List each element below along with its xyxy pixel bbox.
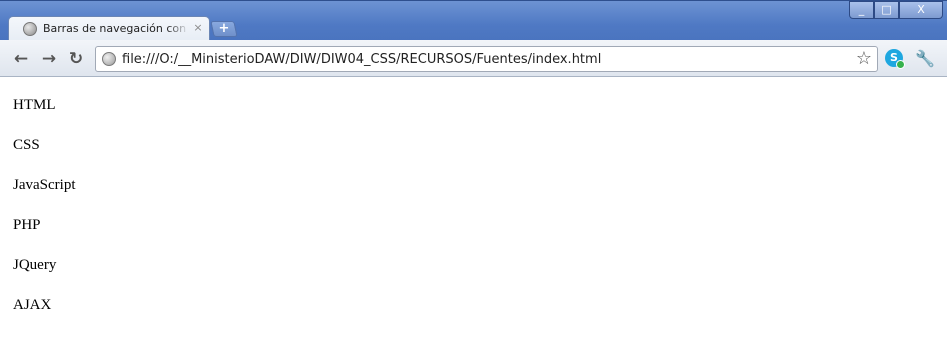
plus-icon: +	[218, 21, 230, 36]
new-tab-button[interactable]: +	[210, 21, 238, 37]
skype-extension-icon[interactable]: S	[885, 49, 905, 69]
browser-toolbar: ← → ↻ file:///O:/__MinisterioDAW/DIW/DIW…	[0, 40, 947, 77]
status-dot-icon	[896, 60, 905, 69]
browser-tab[interactable]: Barras de navegación con li ×	[8, 16, 210, 41]
maximize-button[interactable]: □	[874, 1, 899, 19]
forward-arrow-icon[interactable]: →	[39, 49, 59, 69]
close-window-button[interactable]: X	[899, 1, 943, 19]
list-item: CSS	[13, 137, 40, 153]
wrench-menu-icon[interactable]: 🔧	[915, 49, 935, 69]
list-item: JavaScript	[13, 177, 76, 193]
tab-close-icon[interactable]: ×	[192, 21, 204, 35]
list-item: PHP	[13, 217, 41, 233]
page-info-globe-icon[interactable]	[102, 52, 116, 66]
minimize-button[interactable]: _	[849, 1, 874, 19]
address-bar-url[interactable]: file:///O:/__MinisterioDAW/DIW/DIW04_CSS…	[122, 51, 822, 68]
page-content: HTML CSS JavaScript PHP JQuery AJAX	[0, 78, 947, 350]
list-item: JQuery	[13, 257, 57, 273]
list-item: AJAX	[13, 297, 52, 313]
tab-title: Barras de navegación con li	[43, 22, 189, 35]
globe-icon	[23, 22, 37, 36]
bookmark-star-icon[interactable]: ☆	[854, 49, 874, 69]
window-titlebar: Barras de navegación con li × + _ □ X	[0, 0, 947, 41]
window-controls: _ □ X	[849, 1, 943, 20]
reload-icon[interactable]: ↻	[66, 49, 86, 69]
address-bar[interactable]: file:///O:/__MinisterioDAW/DIW/DIW04_CSS…	[95, 46, 878, 72]
list-item: HTML	[13, 97, 56, 113]
back-arrow-icon[interactable]: ←	[11, 49, 31, 69]
